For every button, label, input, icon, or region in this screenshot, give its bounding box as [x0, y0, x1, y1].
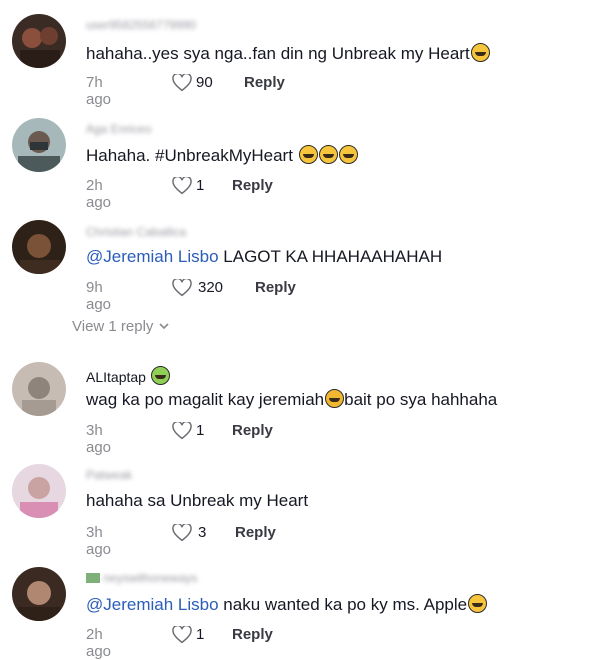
heart-icon[interactable]	[172, 420, 192, 444]
avatar[interactable]	[12, 118, 66, 172]
grinning-squint-emoji	[338, 145, 358, 164]
comment-text: @Jeremiah Lisbo LAGOT KA HHAHAAHAHAH	[86, 247, 443, 266]
chevron-down-icon	[158, 318, 170, 335]
flag-icon	[86, 573, 100, 583]
like-count: 1	[196, 177, 205, 194]
reply-button[interactable]: Reply	[235, 524, 276, 541]
heart-icon[interactable]	[172, 624, 192, 648]
like-count: 3	[198, 524, 207, 541]
view-replies-button[interactable]: View 1 reply	[72, 318, 170, 335]
crying-emoji	[325, 389, 345, 408]
heart-icon[interactable]	[172, 522, 192, 546]
timestamp: 2h ago	[86, 177, 112, 211]
mention-link[interactable]: @Jeremiah Lisbo	[86, 247, 219, 266]
avatar[interactable]	[12, 14, 66, 68]
timestamp: 7h ago	[86, 74, 112, 108]
username[interactable]: Christian Caballica	[86, 225, 186, 239]
avatar[interactable]	[12, 567, 66, 621]
comment-text: @Jeremiah Lisbo naku wanted ka po ky ms.…	[86, 594, 488, 615]
reply-button[interactable]: Reply	[232, 626, 273, 643]
heart-icon[interactable]	[172, 277, 192, 301]
comment-text: hahaha..yes sya nga..fan din ng Unbreak …	[86, 43, 490, 64]
username[interactable]: neyswithoneways	[86, 571, 197, 585]
heart-icon[interactable]	[172, 72, 192, 96]
grinning-squint-emoji	[318, 145, 338, 164]
mention-link[interactable]: @Jeremiah Lisbo	[86, 595, 219, 614]
fear-emoji	[150, 366, 170, 385]
username[interactable]: user9582556779990	[86, 18, 196, 32]
reply-button[interactable]: Reply	[232, 177, 273, 194]
timestamp: 9h ago	[86, 279, 112, 313]
avatar[interactable]	[12, 464, 66, 518]
like-count: 320	[198, 279, 224, 296]
like-count: 1	[196, 422, 205, 439]
like-count: 1	[196, 626, 205, 643]
username[interactable]: Aga Enriceo	[86, 122, 151, 136]
comment-text: Hahaha. #UnbreakMyHeart	[86, 145, 358, 166]
grinning-squint-emoji	[298, 145, 318, 164]
reply-button[interactable]: Reply	[232, 422, 273, 439]
reply-button[interactable]: Reply	[244, 74, 285, 91]
comment-text: hahaha sa Unbreak my Heart	[86, 491, 309, 510]
grinning-squint-emoji	[470, 43, 490, 62]
rolling-laughing-emoji	[468, 594, 488, 613]
timestamp: 3h ago	[86, 422, 112, 456]
avatar[interactable]	[12, 362, 66, 416]
like-count: 90	[196, 74, 213, 91]
heart-icon[interactable]	[172, 175, 192, 199]
username[interactable]: Patweak	[86, 468, 132, 482]
comment-text: wag ka po magalit kay jeremiah bait po sy…	[86, 389, 498, 409]
reply-button[interactable]: Reply	[255, 279, 296, 296]
username[interactable]: ALItaptap	[86, 366, 170, 385]
avatar[interactable]	[12, 220, 66, 274]
timestamp: 3h ago	[86, 524, 112, 558]
